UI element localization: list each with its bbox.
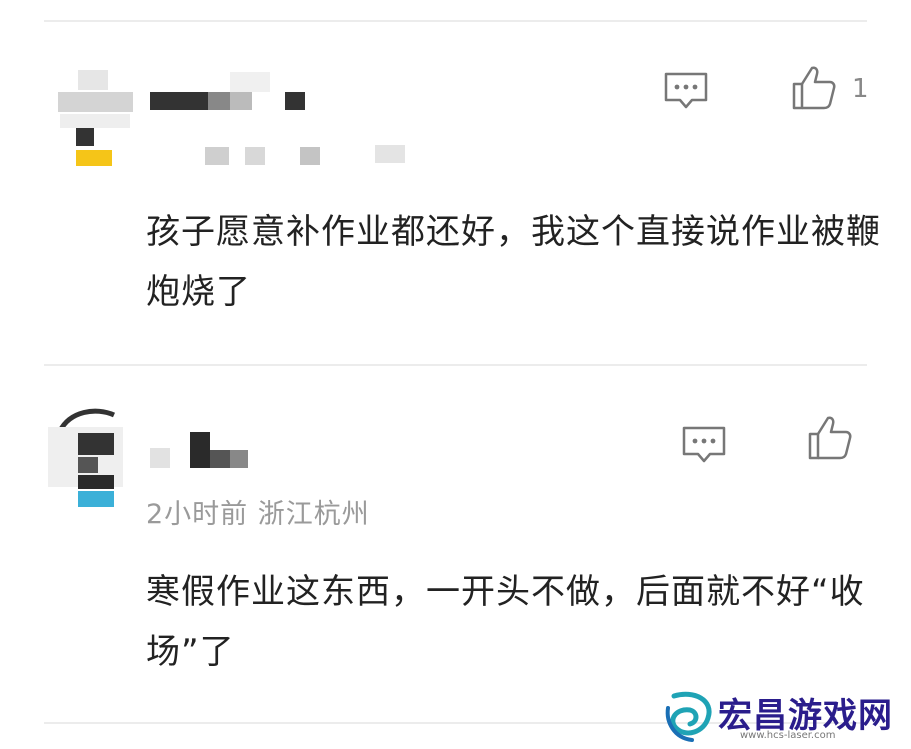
comment-text: 寒假作业这东西，一开头不做，后面就不好“收场”了 [146, 572, 865, 672]
like-count: 1 [852, 74, 869, 104]
site-watermark: 宏昌游戏网 www.hcs-laser.com [660, 684, 911, 749]
comment-text: 孩子愿意补作业都还好，我这个直接说作业被鞭炮烧了 [146, 212, 881, 312]
avatar[interactable] [58, 70, 138, 170]
username-pixelated[interactable] [150, 432, 260, 468]
like-button[interactable] [790, 64, 838, 112]
top-divider [44, 20, 867, 22]
comment-meta: 2小时前 浙江杭州 [146, 499, 370, 530]
thumbs-up-icon [808, 416, 852, 460]
thumbs-up-icon [792, 66, 836, 110]
swirl-logo-icon [665, 691, 712, 742]
comment-bubble-icon [682, 426, 726, 463]
reply-button[interactable] [680, 424, 728, 466]
username-pixelated[interactable] [150, 72, 310, 114]
watermark-url: www.hcs-laser.com [740, 730, 836, 741]
meta-pixelated [205, 145, 415, 169]
like-button[interactable] [806, 414, 854, 462]
comment-bubble-icon [664, 72, 708, 109]
comment-divider [44, 364, 867, 366]
avatar[interactable] [48, 405, 128, 507]
reply-button[interactable] [662, 70, 710, 112]
